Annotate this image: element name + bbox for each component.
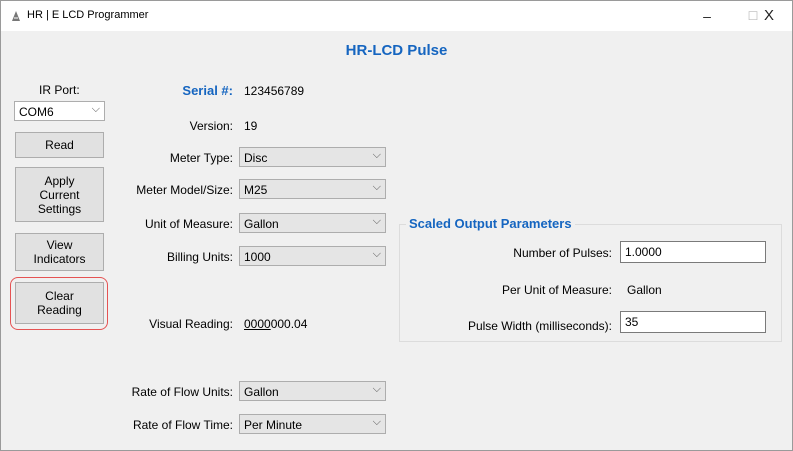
- chevron-down-icon: ⌵: [91, 103, 100, 115]
- number-of-pulses-value: 1.0000: [625, 245, 662, 259]
- billing-units-label: Billing Units:: [166, 250, 233, 264]
- chevron-down-icon: ⌵: [372, 383, 381, 395]
- pulse-width-value: 35: [625, 315, 639, 329]
- clear-label-line2: Reading: [37, 303, 82, 317]
- close-button[interactable]: X: [746, 1, 792, 31]
- meter-type-select[interactable]: Disc ⌵: [239, 147, 386, 167]
- number-of-pulses-label: Number of Pulses:: [513, 246, 612, 260]
- unit-of-measure-select[interactable]: Gallon ⌵: [239, 213, 386, 233]
- chevron-down-icon: ⌵: [372, 149, 381, 161]
- billing-units-value: 1000: [244, 250, 271, 264]
- view-label-line1: View: [46, 238, 73, 252]
- visual-reading-value-rest: 000.04: [270, 317, 308, 331]
- window-title: HR | E LCD Programmer: [27, 9, 149, 21]
- read-button[interactable]: Read: [15, 132, 104, 158]
- billing-units-select[interactable]: 1000 ⌵: [239, 246, 386, 266]
- unit-of-measure-value: Gallon: [244, 217, 279, 231]
- number-of-pulses-input[interactable]: 1.0000: [620, 241, 766, 263]
- pulse-width-label: Pulse Width (milliseconds):: [467, 319, 612, 333]
- serial-value: 123456789: [244, 84, 305, 98]
- visual-reading-value: 0000000.04: [244, 317, 307, 331]
- meter-type-label: Meter Type:: [169, 151, 233, 165]
- meter-model-select[interactable]: M25 ⌵: [239, 179, 386, 199]
- unit-of-measure-label: Unit of Measure:: [144, 217, 233, 231]
- clear-label-line1: Clear: [45, 289, 74, 303]
- per-unit-of-measure-label: Per Unit of Measure:: [501, 283, 612, 297]
- ir-port-select[interactable]: COM6 ⌵: [14, 101, 105, 121]
- version-value: 19: [244, 119, 258, 133]
- chevron-down-icon: ⌵: [372, 181, 381, 193]
- per-unit-of-measure-value: Gallon: [627, 283, 662, 297]
- app-icon: [12, 11, 20, 21]
- title-bar[interactable]: HR | E LCD Programmer – ☐ X: [1, 1, 792, 31]
- app-window: HR | E LCD Programmer – ☐ X HR-LCD Pulse…: [0, 0, 793, 451]
- visual-reading-value-underlined: 0000: [244, 317, 271, 331]
- clear-reading-button[interactable]: Clear Reading: [15, 282, 104, 324]
- rate-of-flow-time-select[interactable]: Per Minute ⌵: [239, 414, 386, 434]
- meter-type-value: Disc: [244, 151, 268, 165]
- apply-label-line1: Apply: [44, 173, 75, 188]
- rate-of-flow-units-label: Rate of Flow Units:: [131, 385, 233, 399]
- minimize-button[interactable]: –: [684, 1, 730, 31]
- rate-of-flow-time-value: Per Minute: [244, 418, 303, 432]
- scaled-output-title: Scaled Output Parameters: [406, 216, 575, 231]
- apply-label-line2: Current: [39, 187, 80, 202]
- chevron-down-icon: ⌵: [372, 248, 381, 260]
- version-label: Version:: [189, 119, 233, 133]
- rate-of-flow-units-select[interactable]: Gallon ⌵: [239, 381, 386, 401]
- ir-port-value: COM6: [19, 105, 54, 119]
- view-indicators-button[interactable]: View Indicators: [15, 233, 104, 271]
- visual-reading-label: Visual Reading:: [149, 317, 233, 331]
- apply-current-settings-button[interactable]: Apply Current Settings: [15, 167, 104, 222]
- chevron-down-icon: ⌵: [372, 416, 381, 428]
- apply-label-line3: Settings: [37, 201, 82, 216]
- view-label-line2: Indicators: [33, 252, 86, 266]
- rate-of-flow-time-label: Rate of Flow Time:: [132, 418, 233, 432]
- meter-model-value: M25: [244, 183, 268, 197]
- rate-of-flow-units-value: Gallon: [244, 385, 279, 399]
- form-title: HR-LCD Pulse: [345, 42, 448, 59]
- ir-port-label: IR Port:: [39, 83, 80, 97]
- read-button-label: Read: [45, 138, 74, 152]
- pulse-width-input[interactable]: 35: [620, 311, 766, 333]
- serial-label: Serial #:: [182, 83, 233, 98]
- chevron-down-icon: ⌵: [372, 215, 381, 227]
- meter-model-label: Meter Model/Size:: [136, 183, 233, 197]
